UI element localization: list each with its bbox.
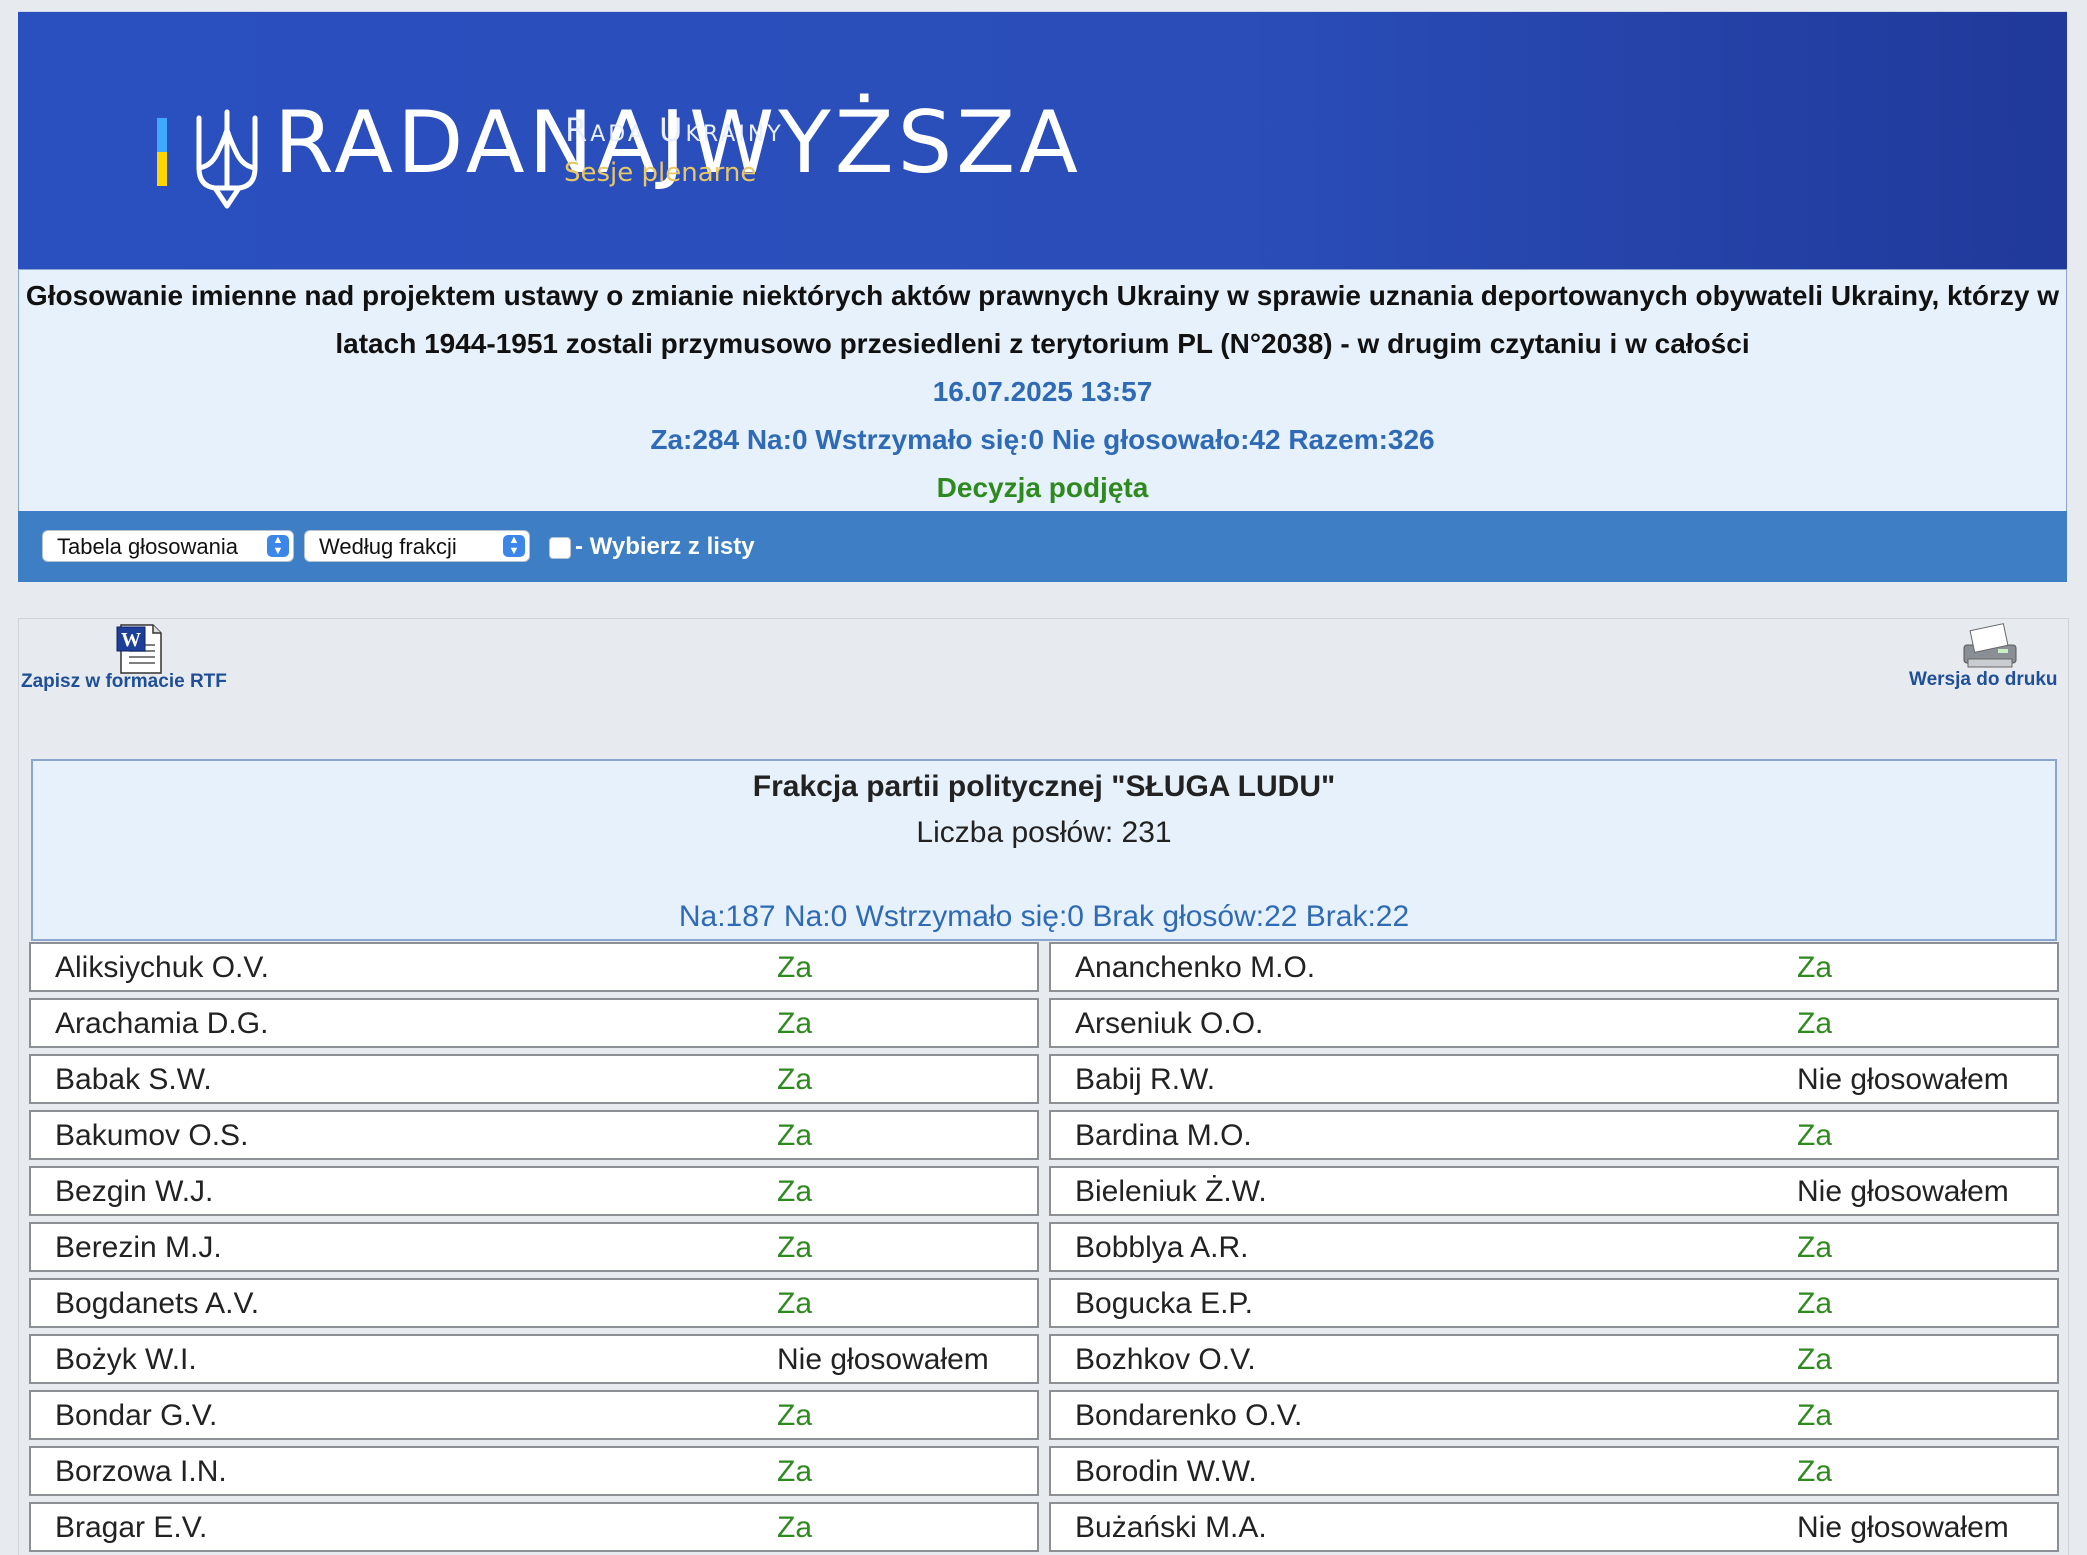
deputy-vote-row: Berezin M.J. Za — [29, 1222, 1039, 1272]
deputy-vote-value: Za — [1797, 1231, 1833, 1264]
printer-icon[interactable] — [1954, 619, 2024, 673]
deputy-name: Bakumov O.S. — [55, 1119, 249, 1152]
deputy-name: Berezin M.J. — [55, 1231, 222, 1264]
deputy-vote-row: Bogucka E.P. Za — [1049, 1278, 2059, 1328]
deputy-name: Ananchenko M.O. — [1075, 951, 1316, 984]
deputy-name: Babak S.W. — [55, 1063, 212, 1096]
deputy-vote-value: Za — [1797, 1007, 1833, 1040]
deputy-vote-value: Nie głosowałem — [777, 1343, 989, 1376]
deputy-vote-row: Borzowa I.N. Za — [29, 1446, 1039, 1496]
deputy-name: Bragar E.V. — [55, 1511, 208, 1544]
vote-decision: Decyzja podjęta — [936, 472, 1149, 503]
vote-datetime: 16.07.2025 13:57 — [932, 376, 1153, 407]
toolbar: Tabela głosowania ▲ ▼ Według frakcji ▲ ▼ -… — [18, 511, 2067, 582]
trident-logo-icon[interactable] — [193, 108, 261, 212]
deputy-vote-value: Nie głosowałem — [1797, 1063, 2009, 1096]
deputy-vote-value: Za — [777, 1119, 813, 1152]
deputy-name: Arachamia D.G. — [55, 1007, 269, 1040]
deputy-vote-value: Za — [1797, 951, 1833, 984]
deputy-vote-row: Bużański M.A. Nie głosowałem — [1049, 1502, 2059, 1552]
print-version-link[interactable]: Wersja do druku — [1909, 669, 2058, 691]
group-select-value: Według frakcji — [319, 534, 457, 559]
faction-member-count: Liczba posłów: 231 — [916, 816, 1172, 849]
deputy-vote-value: Za — [1797, 1343, 1833, 1376]
deputy-vote-value: Za — [777, 1511, 813, 1544]
deputy-vote-row: Ananchenko M.O. Za — [1049, 942, 2059, 992]
save-rtf-link[interactable]: Zapisz w formacie RTF — [21, 671, 227, 693]
group-select[interactable]: Według frakcji ▲ ▼ — [304, 530, 530, 562]
deputy-name: Bogucka E.P. — [1075, 1287, 1253, 1320]
vote-summary: Za:284 Na:0 Wstrzymało się:0 Nie głosowa… — [650, 424, 1435, 455]
deputy-vote-row: Arseniuk O.O. Za — [1049, 998, 2059, 1048]
deputy-vote-row: Babij R.W. Nie głosowałem — [1049, 1054, 2059, 1104]
deputy-vote-row: Bieleniuk Ż.W. Nie głosowałem — [1049, 1166, 2059, 1216]
deputy-vote-row: Bożyk W.I. Nie głosowałem — [29, 1334, 1039, 1384]
logo-rada-text: Rada Ukrainy — [565, 111, 784, 149]
deputy-vote-row: Bragar E.V. Za — [29, 1502, 1039, 1552]
view-select-value: Tabela głosowania — [57, 534, 239, 559]
deputy-vote-value: Za — [777, 1175, 813, 1208]
deputy-vote-value: Za — [777, 1063, 813, 1096]
deputy-vote-value: Za — [777, 1455, 813, 1488]
deputy-name: Arseniuk O.O. — [1075, 1007, 1264, 1040]
deputy-vote-value: Za — [1797, 1399, 1833, 1432]
deputy-name: Borodin W.W. — [1075, 1455, 1257, 1488]
deputy-vote-row: Bogdanets A.V. Za — [29, 1278, 1039, 1328]
deputy-name: Babij R.W. — [1075, 1063, 1216, 1096]
deputy-name: Bieleniuk Ż.W. — [1075, 1175, 1267, 1208]
faction-vote-stats: Na:187 Na:0 Wstrzymało się:0 Brak głosów… — [678, 900, 1410, 933]
deputy-name: Bobblya A.R. — [1075, 1231, 1249, 1264]
word-document-icon[interactable]: W — [99, 623, 163, 675]
select-from-list-checkbox[interactable] — [549, 537, 571, 559]
deputy-vote-value: Za — [777, 1231, 813, 1264]
deputy-name: Bożyk W.I. — [55, 1343, 197, 1376]
vote-title: Głosowanie imienne nad projektem ustawy … — [25, 280, 2060, 359]
deputy-name: Aliksiychuk O.V. — [55, 951, 269, 984]
deputy-name: Bogdanets A.V. — [55, 1287, 260, 1320]
deputy-vote-row: Aliksiychuk O.V. Za — [29, 942, 1039, 992]
deputy-name: Bondarenko O.V. — [1075, 1399, 1303, 1432]
deputy-vote-value: Nie głosowałem — [1797, 1511, 2009, 1544]
select-arrow-icon: ▲ ▼ — [503, 535, 525, 557]
deputy-name: Borzowa I.N. — [55, 1455, 227, 1488]
deputy-vote-value: Nie głosowałem — [1797, 1175, 2009, 1208]
deputy-vote-row: Arachamia D.G. Za — [29, 998, 1039, 1048]
deputy-vote-value: Za — [777, 1007, 813, 1040]
deputy-vote-value: Za — [777, 1287, 813, 1320]
site-header: RADANAJWYŻSZA Rada Ukrainy Sesje plenarn… — [18, 11, 2067, 270]
deputy-vote-row: Bezgin W.J. Za — [29, 1166, 1039, 1216]
deputy-name: Bozhkov O.V. — [1075, 1343, 1256, 1376]
deputy-vote-row: Bobblya A.R. Za — [1049, 1222, 2059, 1272]
results-panel: W Zapisz w formacie RTF Wersja do druku … — [18, 618, 2069, 1555]
deputy-vote-row: Borodin W.W. Za — [1049, 1446, 2059, 1496]
deputy-vote-value: Za — [1797, 1119, 1833, 1152]
vote-info-box: Głosowanie imienne nad projektem ustawy … — [18, 269, 2067, 512]
deputy-vote-value: Za — [777, 951, 813, 984]
deputy-vote-row: Babak S.W. Za — [29, 1054, 1039, 1104]
deputy-vote-row: Bakumov O.S. Za — [29, 1110, 1039, 1160]
logo-subtitle[interactable]: Sesje plenarne — [564, 160, 756, 186]
deputy-vote-value: Za — [777, 1399, 813, 1432]
deputy-vote-row: Bardina M.O. Za — [1049, 1110, 2059, 1160]
deputy-vote-row: Bondarenko O.V. Za — [1049, 1390, 2059, 1440]
deputy-name: Bondar G.V. — [55, 1399, 218, 1432]
flag-stripe-icon — [157, 118, 167, 186]
deputy-name: Bezgin W.J. — [55, 1175, 214, 1208]
deputy-vote-row: Bozhkov O.V. Za — [1049, 1334, 2059, 1384]
faction-name: Frakcja partii politycznej "SŁUGA LUDU" — [752, 770, 1336, 803]
faction-header: Frakcja partii politycznej "SŁUGA LUDU" … — [31, 759, 2057, 941]
deputy-vote-row: Bondar G.V. Za — [29, 1390, 1039, 1440]
deputy-vote-value: Za — [1797, 1287, 1833, 1320]
svg-text:W: W — [121, 629, 141, 651]
select-from-list-label: - Wybierz z listy — [575, 533, 755, 560]
select-arrow-icon: ▲ ▼ — [267, 535, 289, 557]
deputy-name: Bużański M.A. — [1075, 1511, 1267, 1544]
deputy-vote-value: Za — [1797, 1455, 1833, 1488]
deputy-name: Bardina M.O. — [1075, 1119, 1252, 1152]
view-select[interactable]: Tabela głosowania ▲ ▼ — [42, 530, 294, 562]
deputy-vote-table: Aliksiychuk O.V. Za Ananchenko M.O. Za Arach… — [29, 942, 2059, 1552]
